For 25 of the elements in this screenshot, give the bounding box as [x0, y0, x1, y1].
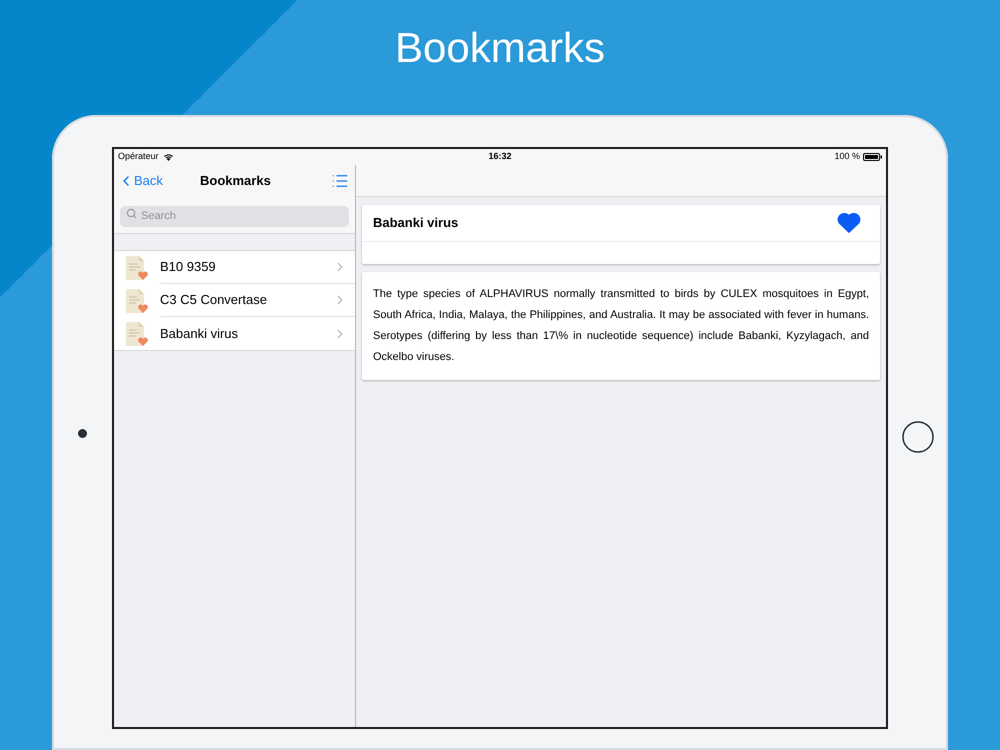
- sidebar-title: Bookmarks: [200, 172, 271, 190]
- camera-icon: [78, 429, 86, 438]
- carrier-label: Opérateur: [118, 150, 159, 164]
- home-button[interactable]: [902, 421, 934, 453]
- back-button[interactable]: Back: [118, 171, 163, 191]
- headline: Bookmarks: [394, 23, 606, 73]
- document-heart-icon: [124, 254, 148, 280]
- search-field[interactable]: Search: [120, 206, 349, 226]
- battery-icon: [863, 153, 882, 161]
- bookmark-label: C3 C5 Convertase: [160, 291, 267, 310]
- bookmark-label: Babanki virus: [160, 324, 238, 343]
- clock-label: 16:32: [488, 150, 512, 164]
- favorite-button[interactable]: [837, 213, 861, 233]
- list-button[interactable]: [331, 172, 349, 190]
- bookmark-item[interactable]: Babanki virus: [114, 317, 355, 350]
- wifi-icon: [162, 153, 174, 161]
- bookmark-label: B10 9359: [160, 258, 216, 276]
- bookmark-item[interactable]: C3 C5 Convertase: [114, 284, 355, 317]
- search-icon: [126, 208, 137, 219]
- document-heart-icon: [124, 288, 148, 314]
- battery-label: 100 %: [834, 150, 860, 164]
- entry-title: Babanki virus: [373, 214, 458, 232]
- document-heart-icon: [124, 320, 148, 346]
- bookmark-item[interactable]: B10 9359: [114, 251, 355, 284]
- description-text: The type species of ALPHAVIRUS normally transmitted to birds by CULEX mosquitoes in Egypt, South Africa, India, Malaya, the Philippines, and Australia. It may be associated with fever in humans. Serotypes (differing by less than 17\% in nucleotide sequence) include Babanki, Kyzylagach, and Ockelbo viruses.: [373, 287, 869, 365]
